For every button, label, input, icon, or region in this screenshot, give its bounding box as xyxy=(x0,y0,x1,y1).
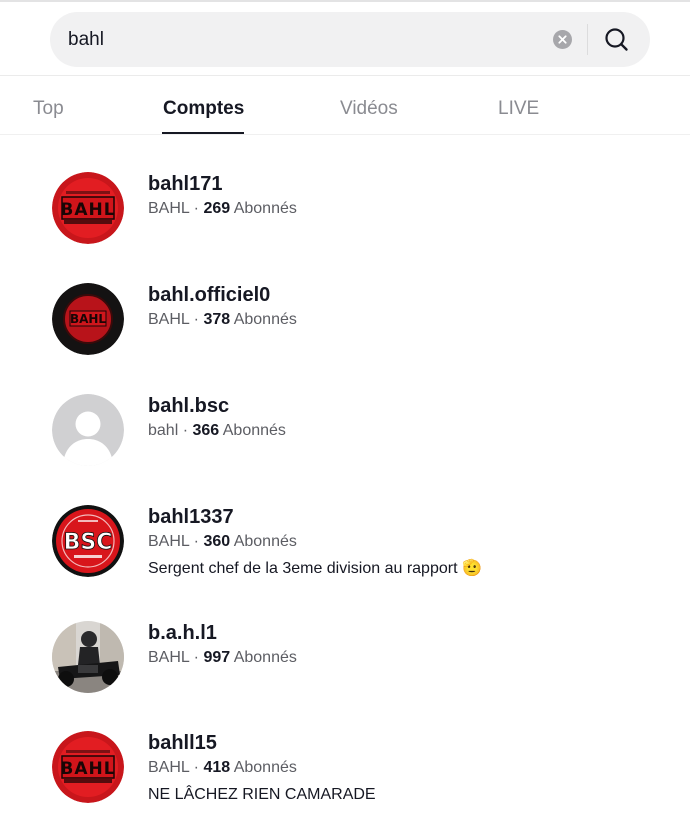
follower-count: 997 xyxy=(203,649,231,666)
search-bar xyxy=(50,12,650,67)
follower-label: Abonnés xyxy=(233,649,297,666)
account-info: bahl.officiel0 BAHL · 378 Abonnés xyxy=(148,283,297,330)
search-results-page: Top Comptes Vidéos LIVE BAHL bahl171 BAH… xyxy=(0,0,690,831)
follower-count: 269 xyxy=(203,200,231,217)
account-meta: BAHL · 269 Abonnés xyxy=(148,199,297,219)
meta-separator: · xyxy=(193,311,199,328)
svg-text:BSC: BSC xyxy=(64,530,113,555)
tab-comptes[interactable]: Comptes xyxy=(163,98,244,120)
clear-search-button[interactable] xyxy=(553,30,572,49)
meta-separator: · xyxy=(193,649,199,666)
avatar[interactable] xyxy=(52,394,124,466)
account-username[interactable]: bahl.bsc xyxy=(148,394,286,418)
clear-icon xyxy=(558,35,567,44)
account-username[interactable]: bahl1337 xyxy=(148,505,482,529)
meta-separator: · xyxy=(193,200,199,217)
avatar[interactable] xyxy=(52,621,124,693)
account-bio: NE LÂCHEZ RIEN CAMARADE xyxy=(148,786,376,803)
account-username[interactable]: bahl171 xyxy=(148,172,297,196)
follower-label: Abonnés xyxy=(233,533,297,550)
tab-live[interactable]: LIVE xyxy=(498,98,539,120)
avatar[interactable]: BAHL xyxy=(52,172,124,244)
account-username[interactable]: bahl.officiel0 xyxy=(148,283,297,307)
motorcycle-photo-icon xyxy=(52,621,124,693)
avatar[interactable]: BAHL xyxy=(52,731,124,803)
meta-separator: · xyxy=(182,422,189,439)
svg-text:BAHL: BAHL xyxy=(60,200,115,220)
search-icon xyxy=(605,28,628,51)
avatar[interactable]: BAHL xyxy=(52,283,124,355)
tabs-divider xyxy=(0,134,690,135)
follower-count: 418 xyxy=(203,759,231,776)
follower-count: 366 xyxy=(192,422,220,439)
search-divider xyxy=(587,24,588,55)
top-divider xyxy=(0,0,690,2)
account-nickname: BAHL xyxy=(148,649,190,666)
follower-label: Abonnés xyxy=(233,200,297,217)
result-tabs: Top Comptes Vidéos LIVE xyxy=(0,76,690,134)
tab-top[interactable]: Top xyxy=(33,98,64,120)
svg-text:BAHL: BAHL xyxy=(70,312,106,326)
meta-separator: · xyxy=(193,533,199,550)
account-info: bahl171 BAHL · 269 Abonnés xyxy=(148,172,297,219)
meta-separator: · xyxy=(193,759,199,776)
account-info: bahll15 BAHL · 418 Abonnés NE LÂCHEZ RIE… xyxy=(148,731,376,805)
account-nickname: BAHL xyxy=(148,311,190,328)
account-info: bahl.bsc bahl · 366 Abonnés xyxy=(148,394,286,441)
account-meta: BAHL · 360 Abonnés xyxy=(148,532,482,552)
account-meta: BAHL · 418 Abonnés xyxy=(148,758,376,778)
default-avatar-icon xyxy=(52,394,124,466)
bahl-dark-logo-icon: BAHL xyxy=(52,283,124,355)
follower-count: 360 xyxy=(203,533,231,550)
follower-label: Abonnés xyxy=(233,311,297,328)
bsc-logo-icon: BSC xyxy=(52,505,124,577)
follower-label: Abonnés xyxy=(233,759,297,776)
account-username[interactable]: bahll15 xyxy=(148,731,376,755)
tab-videos[interactable]: Vidéos xyxy=(340,98,398,120)
svg-text:BAHL: BAHL xyxy=(60,759,115,779)
account-meta: BAHL · 378 Abonnés xyxy=(148,310,297,330)
account-meta: BAHL · 997 Abonnés xyxy=(148,648,297,668)
bahl-red-logo-icon: BAHL xyxy=(52,172,124,244)
search-button[interactable] xyxy=(600,24,634,56)
account-bio: Sergent chef de la 3eme division au rapp… xyxy=(148,560,482,577)
account-meta: bahl · 366 Abonnés xyxy=(148,421,286,441)
account-nickname: BAHL xyxy=(148,200,190,217)
follower-count: 378 xyxy=(203,311,231,328)
account-nickname: BAHL xyxy=(148,533,190,550)
account-nickname: bahl xyxy=(148,422,179,439)
follower-label: Abonnés xyxy=(222,422,286,439)
search-input[interactable] xyxy=(68,12,538,67)
account-nickname: BAHL xyxy=(148,759,190,776)
account-username[interactable]: b.a.h.l1 xyxy=(148,621,297,645)
bahl-red-logo-icon: BAHL xyxy=(52,731,124,803)
account-info: b.a.h.l1 BAHL · 997 Abonnés xyxy=(148,621,297,668)
avatar[interactable]: BSC xyxy=(52,505,124,577)
account-info: bahl1337 BAHL · 360 Abonnés Sergent chef… xyxy=(148,505,482,579)
